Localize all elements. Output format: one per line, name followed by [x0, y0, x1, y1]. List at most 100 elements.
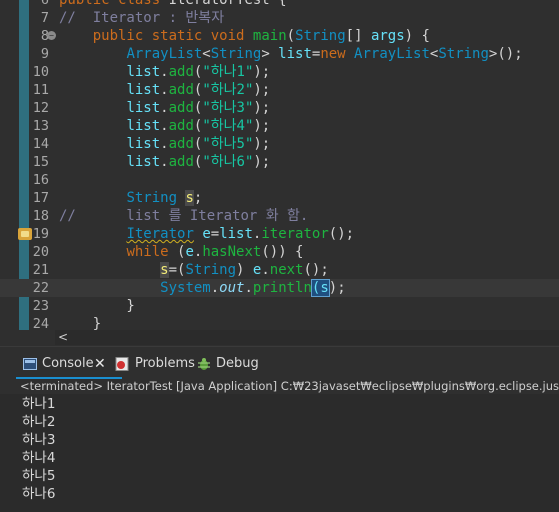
line-number: 19	[32, 226, 49, 242]
code-line[interactable]: 12 list.add("하나3");	[0, 99, 559, 117]
tab-console[interactable]: Console ✕	[16, 353, 122, 379]
code-token: public	[59, 0, 119, 8]
close-icon[interactable]: ✕	[94, 353, 106, 375]
code-line[interactable]: 22 System.out.println(s);	[0, 279, 559, 297]
code-line[interactable]: 15 list.add("하나6");	[0, 153, 559, 171]
code-token: list	[126, 118, 161, 134]
line-number: 7	[40, 10, 49, 26]
code-token: >();	[488, 46, 523, 62]
code-token: main	[252, 28, 287, 44]
console-output-line: 하나6	[22, 486, 56, 502]
code-token: add	[168, 136, 194, 152]
code-token: (s	[310, 279, 330, 297]
code-line[interactable]: 18 // list 를 Iterator 화 함.	[0, 207, 559, 225]
console-output[interactable]: 하나1 하나2 하나3 하나4 하나5 하나6	[0, 394, 559, 512]
code-token: <	[202, 46, 211, 62]
code-token: args	[370, 28, 405, 44]
code-line[interactable]: 23 }	[0, 297, 559, 315]
code-token: iterator	[261, 226, 329, 242]
line-number: 23	[32, 298, 49, 314]
view-tab-bar: Console ✕ Problems Debug	[0, 347, 559, 379]
code-text: public static void main(String[] args) {	[59, 27, 430, 45]
code-line[interactable]: 20 while (e.hasNext()) {	[0, 243, 559, 261]
code-text: ArrayList<String> list=new ArrayList<Str…	[59, 45, 523, 63]
code-token: list	[219, 226, 253, 242]
code-token: s	[160, 262, 169, 278]
line-number: 14	[32, 136, 49, 152]
tab-console-label: Console	[42, 356, 94, 371]
code-token: String	[438, 46, 489, 62]
line-number: 20	[32, 244, 49, 260]
line-number: 21	[32, 262, 49, 278]
collapse-toggle-icon[interactable]: −	[47, 31, 56, 40]
code-token: String	[295, 28, 346, 44]
code-token: "하나5"	[202, 136, 254, 152]
code-text: while (e.hasNext()) {	[59, 243, 304, 261]
code-token: .	[244, 280, 253, 296]
code-token: add	[168, 100, 194, 116]
code-line[interactable]: 9 ArrayList<String> list=new ArrayList<S…	[0, 45, 559, 63]
code-token: hasNext	[202, 244, 262, 260]
code-line[interactable]: 16	[0, 171, 559, 189]
line-number: 12	[32, 100, 49, 116]
code-token: void	[210, 28, 253, 44]
tab-debug-label: Debug	[216, 356, 259, 371]
code-token: String	[185, 262, 237, 278]
code-line[interactable]: 21 s=(String) e.next();	[0, 261, 559, 279]
code-token: println	[252, 280, 312, 296]
code-token: list	[278, 46, 312, 62]
code-token: )	[236, 262, 253, 278]
warning-marker-icon[interactable]	[18, 228, 32, 240]
code-token: ()) {	[261, 244, 304, 260]
code-line[interactable]: 7 // Iterator : 반복자	[0, 9, 559, 27]
code-editor[interactable]: 6 public class IteratorTest {7 // Iterator…	[0, 0, 559, 345]
code-line[interactable]: 6 public class IteratorTest {	[0, 0, 559, 9]
code-token: add	[168, 82, 194, 98]
horizontal-scrollbar[interactable]: <	[55, 330, 559, 345]
code-line[interactable]: 10 list.add("하나1");	[0, 63, 559, 81]
code-token: ();	[303, 262, 329, 278]
code-line[interactable]: 19 Iterator e=list.iterator();	[0, 225, 559, 243]
code-token: "하나2"	[202, 82, 254, 98]
line-number: 18	[32, 208, 49, 224]
code-line[interactable]: 8− public static void main(String[] args…	[0, 27, 559, 45]
code-text: list.add("하나3");	[59, 99, 270, 117]
code-token: System	[160, 280, 211, 296]
code-token: .	[261, 262, 270, 278]
code-text: System.out.println(s);	[59, 279, 346, 297]
code-token: public	[92, 28, 152, 44]
code-line[interactable]: 13 list.add("하나4");	[0, 117, 559, 135]
code-token: );	[253, 82, 271, 98]
code-token: IteratorTest {	[168, 0, 287, 8]
line-number: 10	[32, 64, 49, 80]
console-output-line: 하나4	[22, 450, 56, 466]
code-token: .	[160, 64, 169, 80]
code-token: .	[160, 100, 169, 116]
code-token: list	[126, 64, 161, 80]
code-token: }	[59, 298, 135, 314]
code-token: String	[126, 190, 186, 206]
line-number: 22	[32, 280, 49, 296]
code-token: ArrayList	[354, 46, 430, 62]
code-token: add	[168, 154, 194, 170]
code-token: ();	[328, 226, 355, 242]
code-text: Iterator e=list.iterator();	[59, 225, 354, 243]
code-token: e	[202, 226, 211, 242]
code-token: ArrayList	[126, 46, 203, 62]
code-line[interactable]: 17 String s;	[0, 189, 559, 207]
scroll-left-arrow[interactable]: <	[58, 330, 68, 345]
code-token: list	[126, 136, 161, 152]
code-token: e	[185, 244, 194, 260]
code-line[interactable]: 14 list.add("하나5");	[0, 135, 559, 153]
code-area[interactable]: 6 public class IteratorTest {7 // Iterator…	[0, 0, 559, 333]
code-token: list	[126, 100, 161, 116]
code-line[interactable]: 11 list.add("하나2");	[0, 81, 559, 99]
code-token: );	[253, 136, 271, 152]
code-text: s=(String) e.next();	[59, 261, 329, 279]
